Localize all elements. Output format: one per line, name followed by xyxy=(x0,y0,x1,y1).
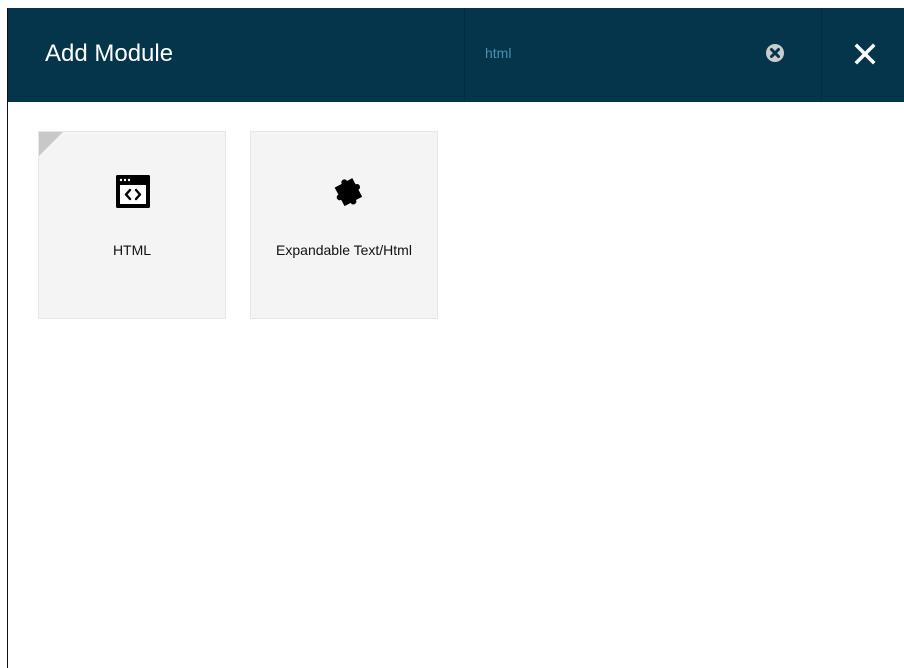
module-card-html[interactable]: HTML xyxy=(38,131,226,319)
module-card-expandable-text-html[interactable]: Expandable Text/Html xyxy=(250,131,438,319)
dialog-header: Add Module xyxy=(8,8,904,102)
x-icon xyxy=(854,43,876,65)
add-module-page: Add Module html HTML Expandable Text/Htm… xyxy=(0,0,904,668)
puzzle-piece-icon xyxy=(334,178,363,207)
module-search-input[interactable] xyxy=(485,42,745,64)
close-dialog-button[interactable] xyxy=(850,39,880,69)
module-label-expandable-text-html: Expandable Text/Html xyxy=(276,242,412,258)
module-grid: HTML Expandable Text/Html xyxy=(38,131,458,321)
clear-search-button[interactable] xyxy=(764,42,786,64)
add-module-dialog: Add Module html HTML Expandable Text/Htm… xyxy=(8,8,904,668)
module-label-html: HTML xyxy=(112,242,152,258)
code-window-icon xyxy=(116,175,150,208)
selected-corner-indicator xyxy=(39,132,63,156)
window-left-border xyxy=(0,8,8,668)
x-circle-icon xyxy=(766,44,784,62)
module-search-area xyxy=(464,8,822,102)
dialog-title: Add Module xyxy=(45,40,174,67)
